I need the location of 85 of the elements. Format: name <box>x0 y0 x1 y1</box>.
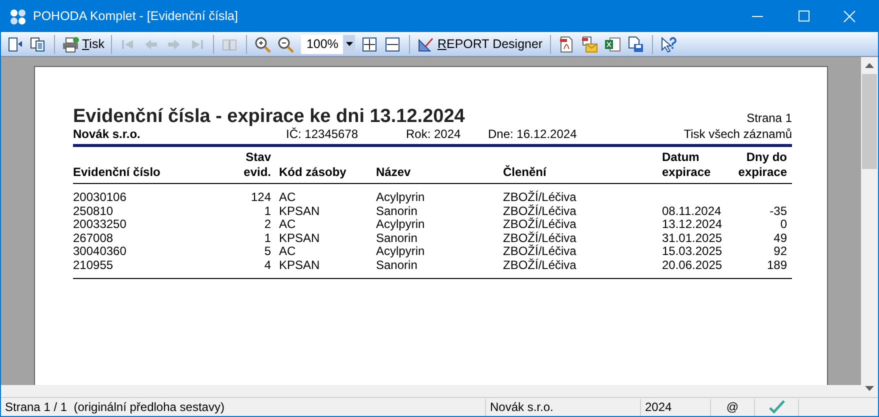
table-cell-text: 5 <box>263 245 272 258</box>
document-disk-icon <box>626 36 644 52</box>
table-cell-text: KPSAN <box>278 258 321 272</box>
printer-icon <box>62 36 79 52</box>
minimize-icon <box>750 16 764 17</box>
vertical-scrollbar[interactable] <box>861 57 878 397</box>
ruler-pencil-button[interactable]: REPORT Designer <box>415 33 545 55</box>
status-year: 2024 <box>641 398 711 416</box>
zoom-dropdown[interactable]: 100% <box>301 34 356 54</box>
table-cell-text: 15.03.2025 <box>662 245 724 258</box>
ruler-pencil-icon <box>417 36 434 52</box>
printer-button[interactable]: Tisk <box>60 33 106 55</box>
table-cell-text: AC <box>278 218 297 232</box>
table-cell-text: 31.01.2025 <box>662 232 724 245</box>
table-cell-text: 2 <box>263 218 272 232</box>
column-header: Dny do expirace <box>737 150 787 180</box>
table-cell-text: 92 <box>772 245 788 258</box>
print-scope: Tisk všech záznamů <box>684 127 792 141</box>
app-logo-icon <box>9 8 27 26</box>
scrollbar-thumb[interactable] <box>862 74 877 169</box>
table-cell-text: 08.11.2024 <box>662 204 722 218</box>
help-pointer-icon <box>660 36 677 52</box>
zoom-in-icon <box>254 36 272 52</box>
column-header: Evidenční číslo <box>73 165 160 180</box>
caret-icon <box>346 42 353 46</box>
column-header: Název <box>376 165 411 180</box>
table-cell-text: -35 <box>768 204 788 218</box>
table-cell-text: KPSAN <box>278 204 321 218</box>
table-cell-text: ZBOŽÍ/Léčiva <box>503 204 578 218</box>
table-cell-text: KPSAN <box>278 232 321 245</box>
column-header: Stav evid. <box>242 150 271 180</box>
close-icon <box>842 10 856 23</box>
table-cell-text: ZBOŽÍ/Léčiva <box>503 258 578 272</box>
table-cell-text: Sanorin <box>376 204 418 218</box>
table-cell-text: 1 <box>263 204 272 218</box>
status-text: Strana 1 / 1 (originální předloha sestavy) <box>1 398 486 416</box>
table-cell-text: 30040360 <box>73 245 128 258</box>
maximize-icon <box>796 10 810 23</box>
column-header: Kód zásoby <box>279 165 346 180</box>
down-arrow-icon[interactable] <box>865 386 874 392</box>
documents-icon <box>29 36 46 52</box>
table-cell-text: 49 <box>772 232 788 245</box>
horizontal-scrollbar[interactable] <box>1 385 861 397</box>
fit-page-icon <box>361 36 378 52</box>
company-name: Novák s.r.o. <box>73 127 142 141</box>
table-cell-text: 13.12.2024 <box>662 218 724 232</box>
table-cell-text: 124 <box>250 191 272 204</box>
report-title: Evidenční čísla - expirace ke dni 13.12.2024 <box>73 107 465 127</box>
table-cell-text: AC <box>278 245 297 258</box>
table-cell-text: Acylpyrin <box>376 218 426 232</box>
table-cell-text: 267008 <box>73 232 114 245</box>
up-arrow-icon[interactable] <box>865 62 874 68</box>
status-email: @ <box>711 398 755 416</box>
table-cell-text: Acylpyrin <box>376 245 426 258</box>
table-cell-text: 20.06.2025 <box>662 258 724 272</box>
table-cell-text: 250810 <box>73 204 114 218</box>
table-cell-text: AC <box>278 191 297 204</box>
table-cell-text: ZBOŽÍ/Léčiva <box>503 191 578 204</box>
column-header: Členění <box>503 165 546 180</box>
fit-width-icon <box>384 36 402 52</box>
table-cell-text: 20033250 <box>73 218 128 232</box>
status-company: Novák s.r.o. <box>486 398 641 416</box>
window-title: POHODA Komplet - [Evidenční čísla] <box>33 8 238 26</box>
table-cell-text: 0 <box>779 218 788 232</box>
table-cell-text: 20030106 <box>73 191 128 204</box>
page-number: Strana 1 <box>746 111 792 125</box>
report-date: Dne: 16.12.2024 <box>488 127 577 141</box>
report-year: Rok: 2024 <box>406 127 462 141</box>
table-cell-text: Sanorin <box>376 258 418 272</box>
spreadsheet-icon <box>604 36 621 52</box>
pdf-envelope-icon <box>580 36 598 52</box>
table-cell-text: 1 <box>263 232 272 245</box>
table-cell-text: ZBOŽÍ/Léčiva <box>503 218 578 232</box>
table-cell-text: Sanorin <box>376 232 418 245</box>
table-cell-text: Acylpyrin <box>376 191 426 204</box>
table-cell-text: ZBOŽÍ/Léčiva <box>503 245 578 258</box>
zoom-out-icon <box>277 36 294 52</box>
table-cell-text: 189 <box>766 258 788 272</box>
pdf-document-icon <box>558 36 575 52</box>
door-icon <box>6 36 23 52</box>
table-cell-text: 4 <box>263 258 272 272</box>
table-cell-text: ZBOŽÍ/Léčiva <box>503 232 578 244</box>
company-id: IČ: 12345678 <box>286 127 360 141</box>
column-header: Datum expirace <box>662 150 712 180</box>
table-cell-text: 210955 <box>73 258 114 272</box>
